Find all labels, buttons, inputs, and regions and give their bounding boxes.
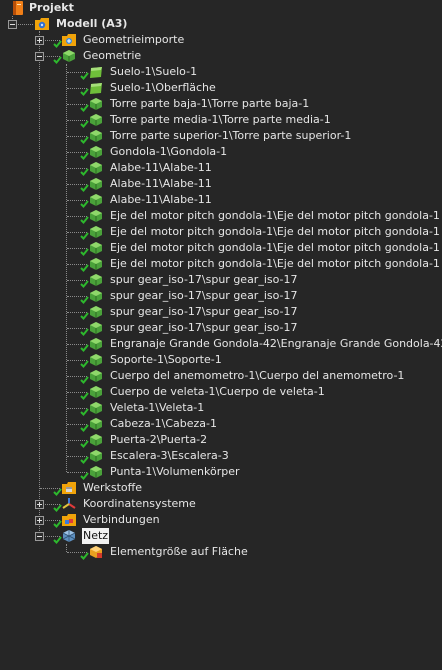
materials-folder-icon — [61, 480, 77, 496]
tree-node-label: Soporte-1\Soporte-1 — [110, 353, 222, 366]
solid-body-icon — [88, 352, 104, 368]
tree-node-label: Engranaje Grande Gondola-42\Engranaje Gr… — [110, 337, 442, 350]
solid-body-icon — [88, 336, 104, 352]
expand-toggle[interactable] — [35, 516, 44, 525]
collapse-toggle[interactable] — [8, 20, 17, 29]
solid-body-icon — [88, 320, 104, 336]
tree-node-label: spur gear_iso-17\spur gear_iso-17 — [110, 289, 298, 302]
tree-node-label: Torre parte superior-1\Torre parte super… — [110, 129, 352, 142]
tree-node-label: Eje del motor pitch gondola-1\Eje del mo… — [110, 209, 440, 222]
solid-body-icon — [88, 160, 104, 176]
tree-node-label: Suelo-1\Suelo-1 — [110, 65, 198, 78]
element-sizing-icon — [88, 544, 104, 560]
geometry-folder-icon — [61, 48, 77, 64]
coordinate-axes-icon — [61, 496, 77, 512]
tree-node-label: Cuerpo del anemometro-1\Cuerpo del anemo… — [110, 369, 405, 382]
solid-body-icon — [88, 96, 104, 112]
tree-node-label: Suelo-1\Oberfläche — [110, 81, 216, 94]
tree-node-label: Eje del motor pitch gondola-1\Eje del mo… — [110, 257, 440, 270]
tree-node-label: spur gear_iso-17\spur gear_iso-17 — [110, 273, 298, 286]
expand-toggle[interactable] — [35, 500, 44, 509]
collapse-toggle[interactable] — [35, 52, 44, 61]
tree-node-label: Punta-1\Volumenkörper — [110, 465, 240, 478]
tree-node-label: Verbindungen — [83, 513, 160, 526]
expand-toggle[interactable] — [35, 36, 44, 45]
tree-node-label: Netz — [82, 528, 110, 544]
tree-node-label: Torre parte media-1\Torre parte media-1 — [110, 113, 331, 126]
solid-body-icon — [88, 192, 104, 208]
collapse-toggle[interactable] — [35, 532, 44, 541]
tree-node-label: Elementgröße auf Fläche — [110, 545, 248, 558]
tree-node-label: Torre parte baja-1\Torre parte baja-1 — [110, 97, 310, 110]
tree-node-label: Veleta-1\Veleta-1 — [110, 401, 205, 414]
surface-body-icon — [88, 64, 104, 80]
tree-node-label: Alabe-11\Alabe-11 — [110, 177, 212, 190]
solid-body-icon — [88, 368, 104, 384]
solid-body-icon — [88, 240, 104, 256]
solid-body-icon — [88, 448, 104, 464]
tree-node-label: Eje del motor pitch gondola-1\Eje del mo… — [110, 225, 440, 238]
tree-node-label: Modell (A3) — [56, 17, 128, 30]
tree-node-label: spur gear_iso-17\spur gear_iso-17 — [110, 321, 298, 334]
solid-body-icon — [88, 224, 104, 240]
tree-node-label: Gondola-1\Gondola-1 — [110, 145, 228, 158]
solid-body-icon — [88, 304, 104, 320]
tree-node-label: Cuerpo de veleta-1\Cuerpo de veleta-1 — [110, 385, 325, 398]
project-book-icon — [10, 0, 26, 16]
tree-node-label: Cabeza-1\Cabeza-1 — [110, 417, 218, 430]
tree-node-label: Escalera-3\Escalera-3 — [110, 449, 229, 462]
tree-node-label: spur gear_iso-17\spur gear_iso-17 — [110, 305, 298, 318]
tree-node-label: Werkstoffe — [83, 481, 143, 494]
model-folder-icon — [34, 16, 50, 32]
surface-body-icon — [88, 80, 104, 96]
solid-body-icon — [88, 432, 104, 448]
solid-body-icon — [88, 208, 104, 224]
tree-node-label: Alabe-11\Alabe-11 — [110, 193, 212, 206]
solid-body-icon — [88, 128, 104, 144]
solid-body-icon — [88, 112, 104, 128]
tree-node-label: Projekt — [29, 1, 74, 14]
mesh-icon — [61, 528, 77, 544]
solid-body-icon — [88, 256, 104, 272]
tree-node-label: Eje del motor pitch gondola-1\Eje del mo… — [110, 241, 440, 254]
solid-body-icon — [88, 144, 104, 160]
solid-body-icon — [88, 384, 104, 400]
tree-node-label: Geometrieimporte — [83, 33, 185, 46]
tree-node-label: Koordinatensysteme — [83, 497, 196, 510]
solid-body-icon — [88, 416, 104, 432]
solid-body-icon — [88, 400, 104, 416]
project-tree: Projekt Modell (A3) Geometrieimporte Geo… — [0, 0, 442, 670]
solid-body-icon — [88, 288, 104, 304]
connections-folder-icon — [61, 512, 77, 528]
geometry-import-folder-icon — [61, 32, 77, 48]
tree-node-label: Geometrie — [83, 49, 142, 62]
solid-body-icon — [88, 176, 104, 192]
solid-body-icon — [88, 272, 104, 288]
solid-body-icon — [88, 464, 104, 480]
tree-node-label: Alabe-11\Alabe-11 — [110, 161, 212, 174]
tree-node-label: Puerta-2\Puerta-2 — [110, 433, 208, 446]
